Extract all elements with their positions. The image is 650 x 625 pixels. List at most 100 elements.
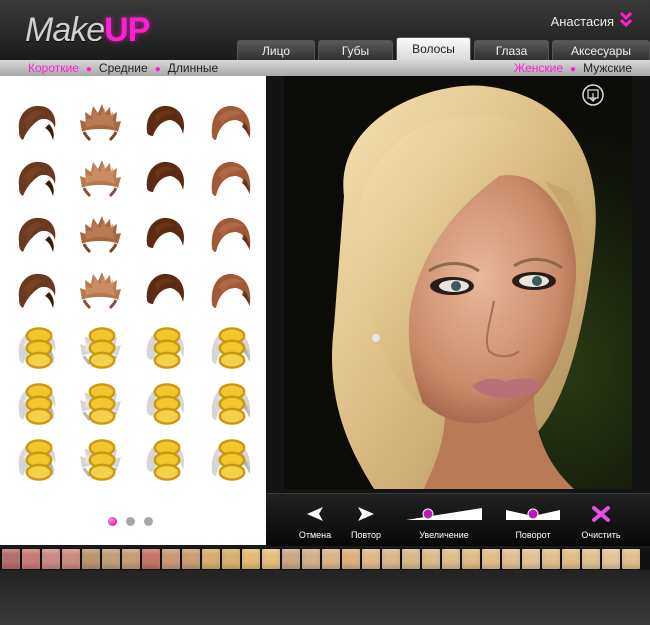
hair-color-swatch[interactable]: [2, 549, 20, 569]
main-tabs: Лицо Губы Волосы Глаза Аксесуары: [234, 37, 650, 61]
tab-1[interactable]: Губы: [318, 40, 393, 61]
hairstyle-thumbnail[interactable]: [206, 382, 254, 426]
hair-color-swatch[interactable]: [402, 549, 420, 569]
hair-color-swatch[interactable]: [202, 549, 220, 569]
hairstyle-palette: [0, 76, 266, 545]
hairstyle-thumbnail[interactable]: [76, 102, 124, 146]
hair-color-swatch[interactable]: [282, 549, 300, 569]
tab-4[interactable]: Аксесуары: [552, 40, 650, 61]
hair-color-swatch[interactable]: [242, 549, 260, 569]
hairstyle-thumbnail[interactable]: [76, 270, 124, 314]
coin-lock-icon: [25, 383, 53, 425]
hairstyle-thumbnail[interactable]: [141, 214, 189, 258]
hairstyle-thumbnail[interactable]: [206, 102, 254, 146]
hairstyle-thumbnail[interactable]: [13, 158, 61, 202]
hair-color-swatch[interactable]: [82, 549, 100, 569]
pager-dot-1[interactable]: [108, 517, 117, 526]
hair-color-swatch[interactable]: [222, 549, 240, 569]
pager-dot-2[interactable]: [126, 517, 135, 526]
hair-shape: [80, 272, 121, 310]
hairstyle-thumbnail[interactable]: [13, 438, 61, 482]
hair-color-swatch[interactable]: [542, 549, 560, 569]
separator-dot-icon: ●: [85, 64, 92, 75]
rotate-slider[interactable]: Поворот: [504, 500, 562, 540]
face-photo[interactable]: [284, 76, 632, 489]
hairstyle-thumbnail[interactable]: [206, 214, 254, 258]
coin-lock-icon: [88, 383, 116, 425]
length-filter-2[interactable]: Длинные: [168, 61, 218, 75]
save-photo-icon[interactable]: [582, 84, 604, 106]
hair-color-swatch[interactable]: [62, 549, 80, 569]
hair-shape: [80, 160, 121, 198]
hair-color-swatch[interactable]: [502, 549, 520, 569]
hair-color-swatch[interactable]: [422, 549, 440, 569]
hairstyle-thumbnail[interactable]: [141, 438, 189, 482]
length-filter-1[interactable]: Средние: [99, 61, 148, 75]
hair-color-swatch[interactable]: [102, 549, 120, 569]
length-filter-0[interactable]: Короткие: [28, 61, 79, 75]
hairstyle-thumbnail[interactable]: [76, 214, 124, 258]
hairstyle-thumbnail[interactable]: [13, 382, 61, 426]
hairstyle-thumbnail[interactable]: [206, 158, 254, 202]
hair-color-swatch[interactable]: [22, 549, 40, 569]
tab-2[interactable]: Волосы: [396, 37, 471, 61]
logo-up-text: UP: [104, 11, 150, 49]
clear-button[interactable]: Очистить: [576, 500, 626, 540]
coin-lock-icon: [218, 327, 246, 369]
hairstyle-thumbnail[interactable]: [141, 326, 189, 370]
hair-color-swatch[interactable]: [142, 549, 160, 569]
redo-button[interactable]: Повтор: [344, 500, 388, 540]
hairstyle-thumbnail[interactable]: [76, 438, 124, 482]
hairstyle-thumbnail[interactable]: [141, 382, 189, 426]
hairstyle-thumbnail[interactable]: [76, 326, 124, 370]
zoom-slider[interactable]: Увеличение: [404, 500, 484, 540]
hairstyle-thumbnail[interactable]: [141, 158, 189, 202]
hairstyle-thumbnail[interactable]: [13, 102, 61, 146]
close-icon: [592, 506, 610, 522]
hair-color-swatch[interactable]: [442, 549, 460, 569]
redo-label: Повтор: [350, 530, 382, 540]
coin-lock-icon: [88, 439, 116, 481]
hairstyle-thumbnail[interactable]: [141, 270, 189, 314]
hair-color-swatch[interactable]: [622, 549, 640, 569]
hairstyle-thumbnail[interactable]: [13, 270, 61, 314]
pager-dot-3[interactable]: [144, 517, 153, 526]
hair-color-swatch[interactable]: [382, 549, 400, 569]
hair-color-swatch[interactable]: [322, 549, 340, 569]
hair-color-swatch[interactable]: [362, 549, 380, 569]
hair-color-swatch[interactable]: [522, 549, 540, 569]
chevron-down-icon[interactable]: [620, 12, 632, 30]
undo-button[interactable]: Отмена: [290, 500, 340, 540]
hair-color-swatch[interactable]: [462, 549, 480, 569]
logo: MakeUP: [25, 10, 150, 50]
gender-filter-1[interactable]: Мужские: [583, 61, 632, 75]
tab-0[interactable]: Лицо: [237, 40, 315, 61]
face-image: [284, 76, 632, 489]
hairstyle-thumbnail[interactable]: [206, 438, 254, 482]
hairstyle-thumbnail[interactable]: [76, 158, 124, 202]
hairstyle-thumbnail[interactable]: [206, 270, 254, 314]
hair-color-swatch[interactable]: [342, 549, 360, 569]
tab-3[interactable]: Глаза: [474, 40, 549, 61]
gender-filter-0[interactable]: Женские: [514, 61, 563, 75]
hair-color-swatch[interactable]: [582, 549, 600, 569]
hair-color-swatch[interactable]: [562, 549, 580, 569]
hairstyle-thumbnail[interactable]: [13, 326, 61, 370]
hair-color-swatch[interactable]: [602, 549, 620, 569]
hair-color-swatch[interactable]: [162, 549, 180, 569]
hair-color-swatch[interactable]: [42, 549, 60, 569]
hair-shape: [211, 105, 251, 140]
photo-area: Отмена Повтор Увеличение Поворот Очистит…: [266, 76, 650, 546]
hair-color-swatch[interactable]: [122, 549, 140, 569]
hair-shape: [18, 105, 56, 140]
hairstyle-thumbnail[interactable]: [76, 382, 124, 426]
rotate-label: Поворот: [515, 530, 551, 540]
user-name[interactable]: Анастасия: [551, 14, 614, 29]
hairstyle-thumbnail[interactable]: [141, 102, 189, 146]
hair-color-swatch[interactable]: [482, 549, 500, 569]
hairstyle-thumbnail[interactable]: [13, 214, 61, 258]
hair-color-swatch[interactable]: [302, 549, 320, 569]
hair-color-swatch[interactable]: [182, 549, 200, 569]
hairstyle-thumbnail[interactable]: [206, 326, 254, 370]
hair-color-swatch[interactable]: [262, 549, 280, 569]
